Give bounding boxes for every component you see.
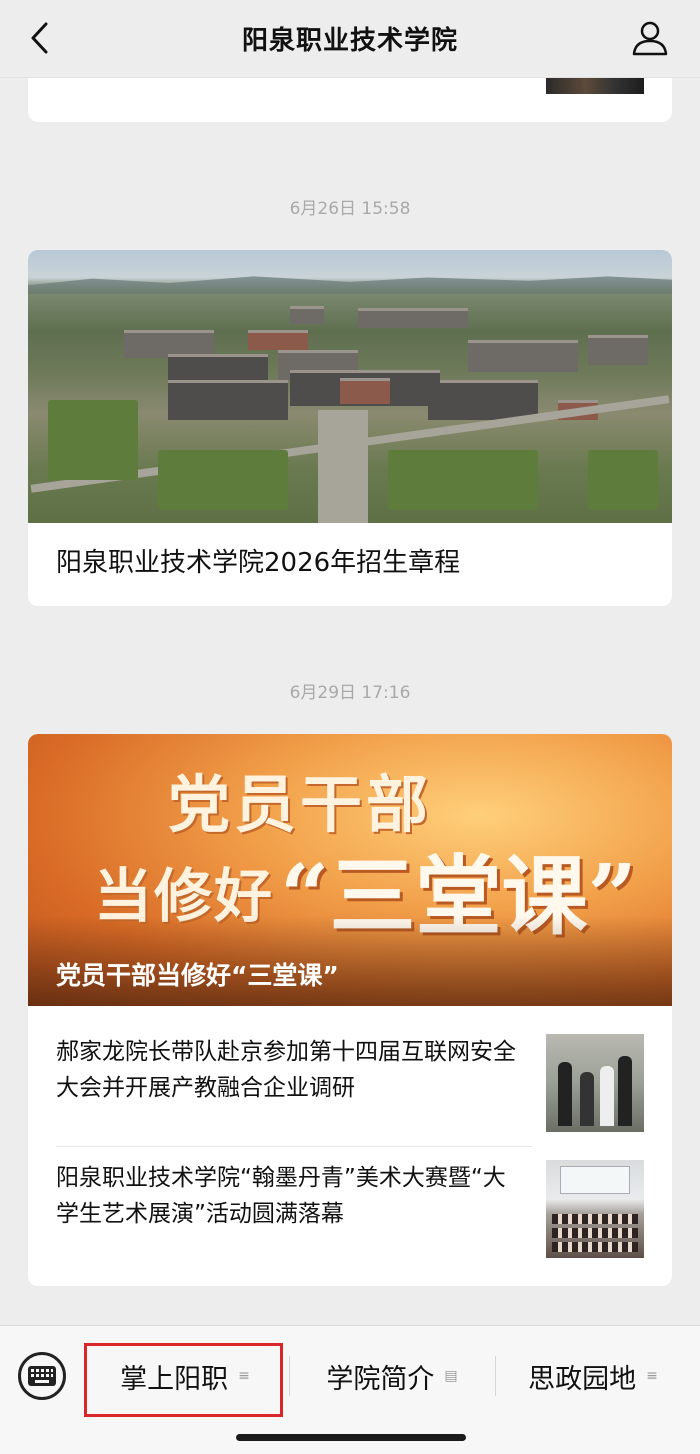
article-title: 党员干部当修好“三堂课” bbox=[56, 961, 339, 990]
divider bbox=[289, 1356, 290, 1396]
article-title: 郝家龙院长带队赴京参加第十四届互联网安全大会并开展产教融合企业调研 bbox=[56, 1039, 516, 1101]
message-timestamp: 6月26日 15:58 bbox=[289, 199, 411, 219]
article-card[interactable]: 阳泉职业技术学院2026年招生章程 bbox=[28, 250, 672, 606]
main-article-cover[interactable]: 党员干部 当修好 “三堂课” 党员干部当修好“三堂课” bbox=[28, 734, 672, 1006]
home-indicator[interactable] bbox=[236, 1434, 466, 1441]
keyboard-toggle-button[interactable] bbox=[18, 1352, 66, 1400]
submenu-icon: ≡ bbox=[646, 1368, 658, 1384]
user-icon bbox=[632, 21, 668, 56]
previous-article-card[interactable] bbox=[28, 78, 672, 122]
campus-aerial-image bbox=[28, 250, 672, 523]
list-item[interactable]: 郝家龙院长带队赴京参加第十四届互联网安全大会并开展产教融合企业调研 bbox=[56, 1034, 644, 1134]
divider bbox=[56, 1146, 532, 1147]
divider bbox=[495, 1356, 496, 1396]
article-thumbnail bbox=[546, 1160, 644, 1258]
list-item[interactable]: 阳泉职业技术学院“翰墨丹青”美术大赛暨“大学生艺术展演”活动圆满落幕 bbox=[56, 1160, 644, 1260]
article-title: 阳泉职业技术学院“翰墨丹青”美术大赛暨“大学生艺术展演”活动圆满落幕 bbox=[56, 1165, 506, 1227]
page-icon: ▤ bbox=[444, 1368, 458, 1384]
menu-item-college-intro[interactable]: 学院简介 ▤ bbox=[292, 1348, 492, 1404]
highlight-box bbox=[84, 1343, 283, 1417]
menu-item-sizheng-garden[interactable]: 思政园地 ≡ bbox=[498, 1348, 688, 1404]
nav-bar: 阳泉职业技术学院 bbox=[0, 0, 700, 78]
page-title: 阳泉职业技术学院 bbox=[241, 26, 458, 56]
article-title: 阳泉职业技术学院2026年招生章程 bbox=[56, 548, 461, 578]
menu-item-label: 学院简介 bbox=[326, 1363, 435, 1395]
message-timestamp: 6月29日 17:16 bbox=[289, 683, 411, 703]
profile-button[interactable] bbox=[630, 18, 670, 58]
keyboard-icon bbox=[28, 1366, 56, 1386]
menu-item-label: 思政园地 bbox=[528, 1363, 637, 1395]
back-button[interactable] bbox=[22, 20, 58, 56]
article-thumbnail bbox=[546, 78, 644, 94]
article-group-card: 党员干部 当修好 “三堂课” 党员干部当修好“三堂课” 郝家龙院长带队赴京参加第… bbox=[28, 734, 672, 1286]
chevron-left-icon bbox=[31, 22, 48, 54]
article-thumbnail bbox=[546, 1034, 644, 1132]
